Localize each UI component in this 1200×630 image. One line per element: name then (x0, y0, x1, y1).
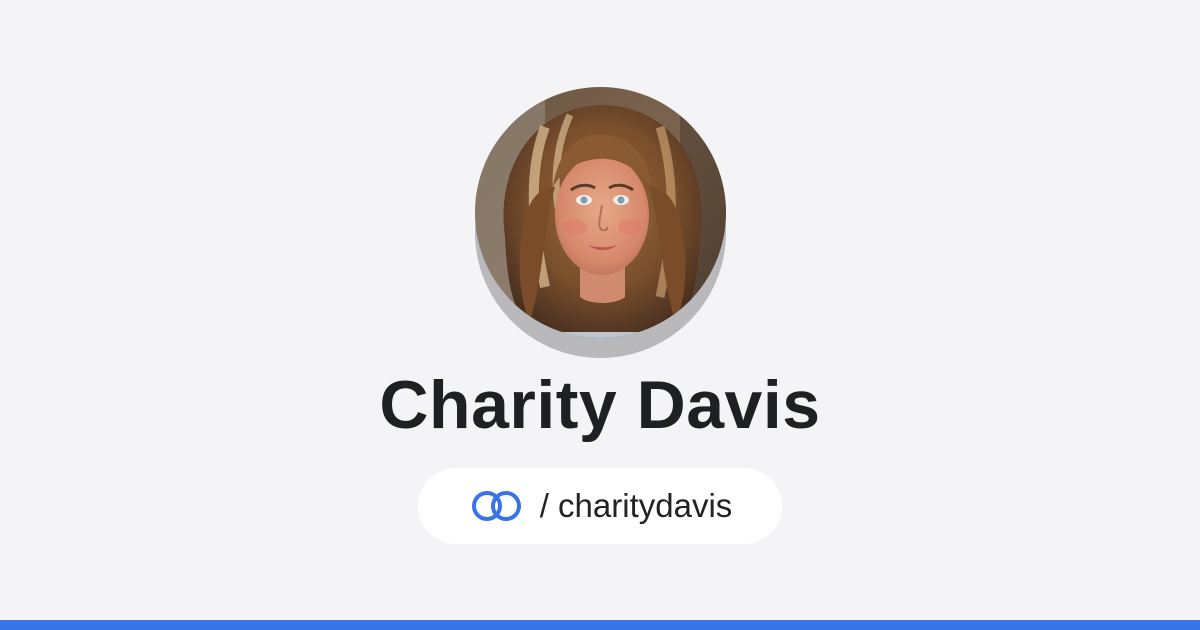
handle-username: charitydavis (558, 487, 733, 524)
profile-name: Charity Davis (379, 367, 821, 443)
accent-bottom-bar (0, 620, 1200, 630)
interlocked-rings-logo-icon (468, 487, 526, 525)
profile-card: Charity Davis / charitydavis (0, 0, 1200, 620)
profile-handle-link[interactable]: / charitydavis (418, 468, 782, 544)
handle-separator: / (539, 487, 549, 524)
avatar-photo (475, 87, 726, 338)
avatar (475, 87, 726, 338)
handle-text: / charitydavis (540, 487, 733, 525)
avatar-container (475, 87, 726, 358)
